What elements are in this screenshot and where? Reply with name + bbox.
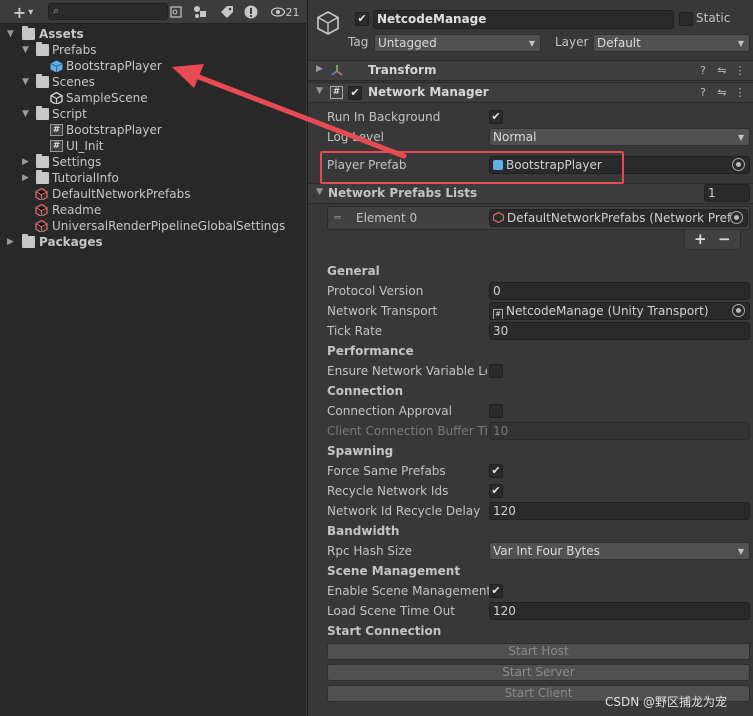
csdn-watermark: CSDN @野区捕龙为宠 [605,695,728,709]
annotation-arrow [172,64,407,159]
unity-editor: + ▾ ⌕ 21 ▼ Assets ▼ Prefabs BootstrapPla… [0,0,753,716]
